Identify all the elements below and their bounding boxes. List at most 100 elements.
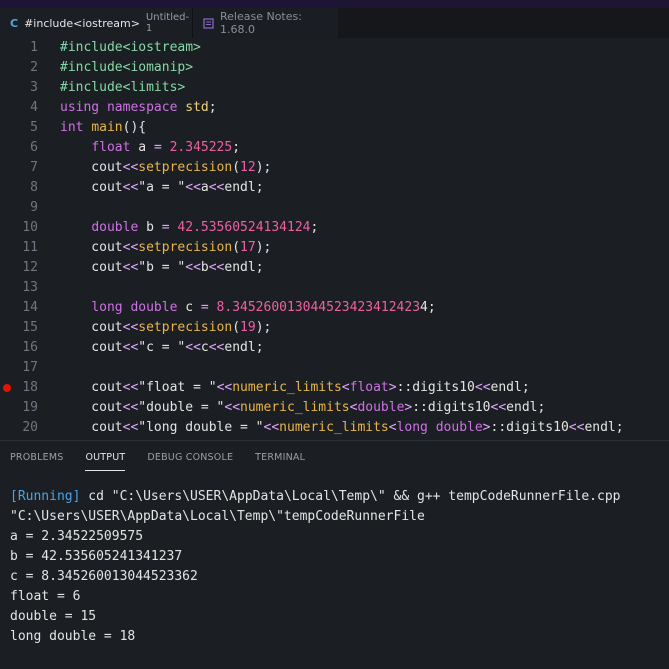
output-command-line: [Running] cd "C:\Users\USER\AppData\Loca… — [10, 487, 621, 507]
code-token: numeric_limits — [232, 380, 342, 395]
code-token: << — [185, 260, 201, 275]
code-token: cout — [60, 380, 123, 395]
output-line: a = 2.34522509575 — [10, 529, 144, 544]
code-token: << — [122, 400, 139, 415]
code-token: numeric_limits — [240, 400, 350, 415]
tab-title: #include<iostream> — [24, 16, 140, 30]
code-line[interactable]: 5 int main(){ — [0, 118, 669, 138]
tab-output[interactable]: OUTPUT — [85, 441, 126, 475]
line-number: 7 — [30, 160, 38, 175]
code-line[interactable]: 1 #include<iostream> — [0, 38, 669, 58]
line-number: 19 — [22, 400, 38, 415]
code-token: ( — [232, 240, 241, 255]
code-line[interactable]: 10 double b = 42.53560524134124; — [0, 218, 669, 238]
code-line[interactable]: 19 cout<<"double = "<<numeric_limits<dou… — [0, 398, 669, 418]
tab-release-notes[interactable]: Release Notes: 1.68.0 — [192, 8, 338, 38]
code-token: ); — [255, 240, 272, 255]
code-line[interactable]: 3 #include<limits> — [0, 78, 669, 98]
code-token: c — [185, 300, 201, 315]
code-line[interactable]: 6 float a = 2.345225; — [0, 138, 669, 158]
code-line[interactable]: 8 cout<<"a = "<<a<<endl; — [0, 178, 669, 198]
line-number: 15 — [22, 320, 38, 335]
code-token: << — [224, 400, 241, 415]
code-token: #include<iostream> — [60, 40, 201, 55]
line-number: 12 — [22, 260, 38, 275]
code-token: numeric_limits — [279, 420, 389, 435]
code-token: endl; — [224, 180, 264, 195]
code-token: #include<limits> — [60, 80, 186, 95]
code-line[interactable]: 12 cout<<"b = "<<b<<endl; — [0, 258, 669, 278]
code-line[interactable]: 11 cout<<setprecision(17); — [0, 238, 669, 258]
code-token: << — [208, 260, 225, 275]
line-number: 17 — [22, 360, 38, 375]
code-token: b — [146, 220, 162, 235]
code-text: cout<<"a = "<<a<<endl; — [60, 178, 264, 198]
code-token: 17 — [240, 240, 256, 255]
code-token: ); — [255, 160, 272, 175]
title-strip — [0, 0, 669, 8]
code-token: int — [60, 120, 92, 135]
code-token: << — [122, 240, 139, 255]
code-line[interactable]: 17 — [0, 358, 669, 378]
code-token: setprecision — [138, 160, 233, 175]
code-line[interactable]: 14 long double c = 8.3452600130445234234… — [0, 298, 669, 318]
code-line[interactable]: 18 cout<<"float = "<<numeric_limits<floa… — [0, 378, 669, 398]
code-token: ); — [255, 320, 272, 335]
code-token: 12 — [240, 160, 256, 175]
code-line[interactable]: 15 cout<<setprecision(19); — [0, 318, 669, 338]
code-token: namespace — [106, 100, 186, 115]
tab-problems[interactable]: PROBLEMS — [10, 441, 63, 475]
code-line[interactable]: 2 #include<iomanip> — [0, 58, 669, 78]
code-token: cout — [60, 420, 123, 435]
line-number: 11 — [22, 240, 38, 255]
code-token: 2.345225 — [169, 140, 233, 155]
code-token: endl; — [506, 400, 546, 415]
code-text: cout<<setprecision(19); — [60, 318, 271, 338]
code-token: endl; — [224, 340, 264, 355]
code-line[interactable]: 16 cout<<"c = "<<c<<endl; — [0, 338, 669, 358]
output-panel[interactable]: [Running] cd "C:\Users\USER\AppData\Loca… — [0, 475, 669, 669]
code-token: long double — [91, 300, 186, 315]
output-line: float = 6 — [10, 589, 81, 604]
line-number: 8 — [30, 180, 38, 195]
code-token: << — [568, 420, 585, 435]
tab-untitled-1[interactable]: C #include<iostream> Untitled-1 — [0, 8, 192, 38]
code-token: << — [490, 400, 507, 415]
line-number: 14 — [22, 300, 38, 315]
code-token: endl; — [490, 380, 530, 395]
line-number: 20 — [22, 420, 38, 435]
code-token: c — [200, 340, 209, 355]
line-number: 10 — [22, 220, 38, 235]
code-token: "b = " — [138, 260, 186, 275]
code-text: cout<<"c = "<<c<<endl; — [60, 338, 264, 358]
tab-terminal[interactable]: TERMINAL — [255, 441, 305, 475]
tab-debug-console[interactable]: DEBUG CONSOLE — [147, 441, 233, 475]
code-token: ; — [208, 100, 217, 115]
code-token: std — [185, 100, 209, 115]
code-token: 4; — [420, 300, 436, 315]
code-line[interactable]: 9 — [0, 198, 669, 218]
code-token: endl; — [224, 260, 264, 275]
code-text: cout<<"long double = "<<numeric_limits<l… — [60, 418, 623, 438]
code-token: cout — [60, 180, 123, 195]
code-text: cout<<"b = "<<b<<endl; — [60, 258, 264, 278]
code-token: << — [185, 180, 201, 195]
release-notes-icon — [203, 17, 214, 29]
code-text: #include<iostream> — [60, 38, 201, 58]
code-editor[interactable]: 1 #include<iostream> 2 #include<iomanip> 3 #i… — [0, 38, 669, 440]
code-token: setprecision — [138, 240, 233, 255]
code-token: ::digits10 — [490, 420, 569, 435]
code-token: cout — [60, 320, 123, 335]
code-token: << — [208, 340, 225, 355]
code-line[interactable]: 20 cout<<"long double = "<<numeric_limit… — [0, 418, 669, 438]
code-text: #include<iomanip> — [60, 58, 193, 78]
editor-tab-bar: C #include<iostream> Untitled-1 Release … — [0, 8, 669, 38]
code-token: ::digits10 — [396, 380, 475, 395]
output-line: long double = 18 — [10, 629, 136, 644]
code-line[interactable]: 7 cout<<setprecision(12); — [0, 158, 669, 178]
code-token: << — [122, 380, 139, 395]
code-line[interactable]: 4 using namespace std; — [0, 98, 669, 118]
code-text: float a = 2.345225; — [60, 138, 240, 158]
code-line[interactable]: 13 — [0, 278, 669, 298]
